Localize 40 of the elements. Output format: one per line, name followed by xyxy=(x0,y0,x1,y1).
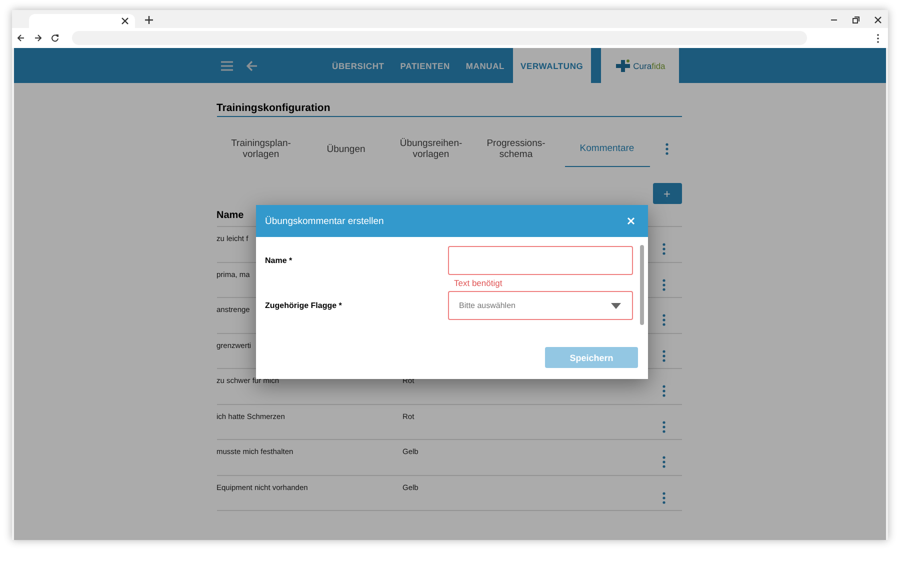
error-message: Text benötigt xyxy=(453,277,504,290)
field-label: Zugehörige Flagge * xyxy=(265,300,343,310)
nav-tab[interactable]: MANUAL xyxy=(458,48,513,83)
new-tab-icon[interactable] xyxy=(145,16,153,24)
tab[interactable]: Progressions- schema xyxy=(474,131,558,167)
back-icon[interactable] xyxy=(17,34,25,42)
input-field[interactable] xyxy=(448,246,633,275)
tab[interactable]: Übungen xyxy=(304,131,388,167)
section-title: Trainingskonfiguration xyxy=(216,83,682,117)
cross-logo-icon xyxy=(615,58,632,72)
dialog-title: Übungskommentar erstellen xyxy=(265,216,384,226)
logo[interactable]: Curafida xyxy=(601,48,680,83)
more-icon[interactable] xyxy=(664,143,668,155)
more-icon[interactable] xyxy=(662,456,666,468)
more-icon[interactable] xyxy=(662,278,666,290)
more-icon[interactable] xyxy=(662,314,666,326)
caret-icon xyxy=(611,302,621,308)
nav-tab[interactable]: VERWALTUNG xyxy=(512,48,592,83)
field-label: Name * xyxy=(265,255,294,265)
tab[interactable]: Übungsreihen- vorlagen xyxy=(388,131,474,167)
reload-icon[interactable] xyxy=(51,34,59,42)
restore-icon[interactable] xyxy=(852,16,860,24)
tab[interactable]: Kommentare xyxy=(564,131,650,167)
more-icon[interactable] xyxy=(662,350,666,362)
close-icon[interactable] xyxy=(874,16,882,24)
nav-tab[interactable]: PATIENTEN xyxy=(392,48,458,83)
more-icon[interactable] xyxy=(662,420,666,432)
back-arrow-icon[interactable] xyxy=(246,60,258,72)
forward-icon[interactable] xyxy=(34,34,42,42)
dropdown[interactable]: Bitte auswählen xyxy=(448,291,633,320)
more-icon[interactable] xyxy=(662,243,666,255)
menu-icon[interactable] xyxy=(876,34,880,42)
more-icon[interactable] xyxy=(662,385,666,397)
close-icon[interactable] xyxy=(121,17,129,25)
tab[interactable]: Trainingsplan- vorlagen xyxy=(218,131,304,167)
more-icon[interactable] xyxy=(662,492,666,504)
add-button[interactable]: + xyxy=(652,183,682,204)
nav-tab[interactable]: ÜBERSICHT xyxy=(324,48,392,83)
logo-text: Curafida xyxy=(633,60,666,70)
column-header: Name xyxy=(216,210,244,221)
